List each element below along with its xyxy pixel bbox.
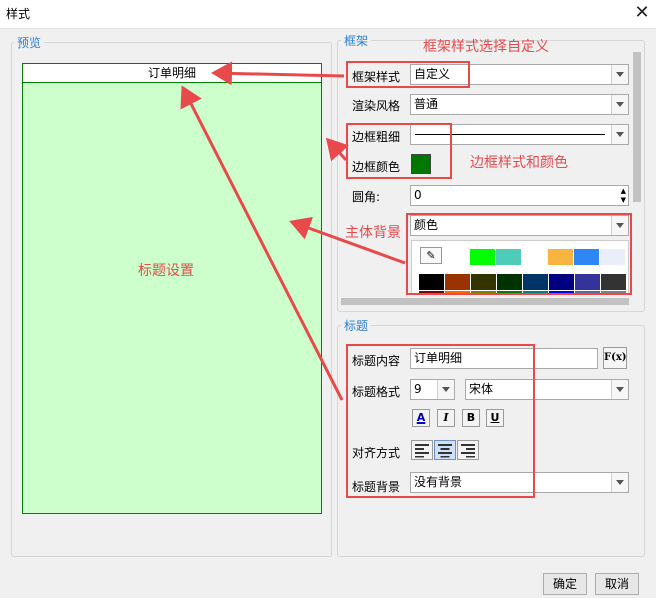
arrow-frame-style bbox=[211, 61, 345, 86]
arrow-border-style bbox=[325, 137, 349, 162]
arrow-body-bg bbox=[289, 216, 406, 265]
annotation-arrows bbox=[180, 61, 406, 401]
arrow-title-setting bbox=[180, 85, 344, 401]
